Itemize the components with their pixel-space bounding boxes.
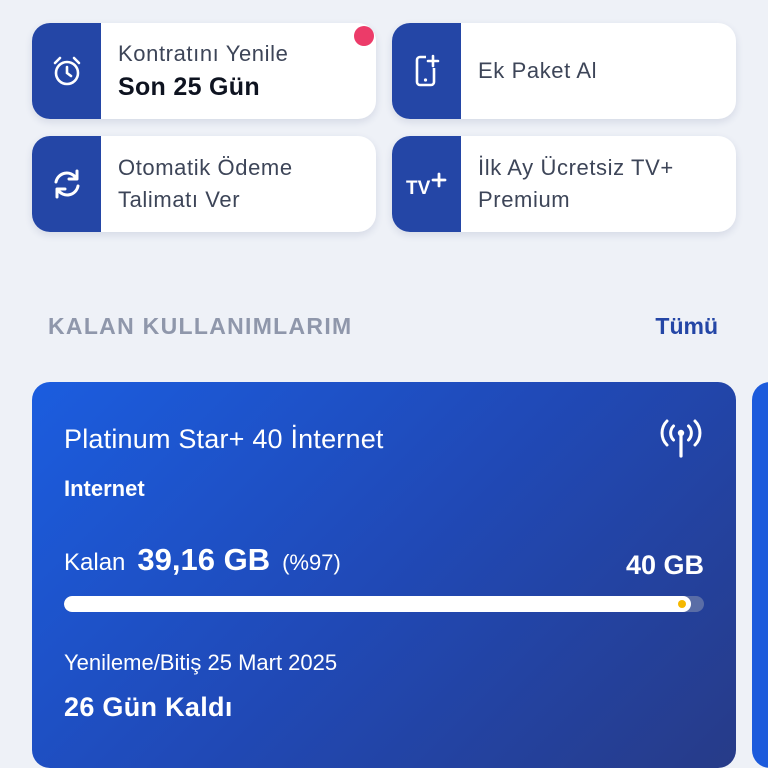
total-quota: 40 GB: [625, 550, 704, 580]
usage-progress-bar: [64, 596, 704, 612]
auto-payment-label-line2: Talimatı Ver: [118, 187, 241, 212]
see-all-link[interactable]: Tümü: [655, 313, 718, 340]
tv-plus-offer-tile[interactable]: TV İlk Ay Ücretsiz TV+ Premium: [392, 136, 736, 232]
renewal-date: Yenileme/Bitiş 25 Mart 2025: [64, 650, 338, 675]
package-type: Internet: [64, 476, 145, 501]
package-name: Platinum Star+ 40 İnternet: [64, 424, 384, 454]
usage-progress-fill: [64, 596, 691, 612]
tv-plus-icon-box: TV: [392, 136, 461, 232]
svg-text:TV: TV: [406, 178, 431, 199]
tv-plus-offer-label-line1: İlk Ay Ücretsiz TV+: [478, 155, 674, 180]
renew-contract-days: Son 25 Gün: [118, 73, 260, 101]
internet-usage-card[interactable]: Platinum Star+ 40 İnternet Internet Kala…: [32, 382, 736, 768]
auto-payment-label-line1: Otomatik Ödeme: [118, 155, 293, 180]
buy-extra-icon-box: [392, 23, 461, 119]
renew-contract-label: Kontratını Yenile: [118, 41, 289, 66]
renew-contract-icon-box: [32, 23, 101, 119]
tv-plus-offer-label-line2: Premium: [478, 187, 571, 212]
remaining-label: Kalan: [64, 549, 126, 576]
remaining-percent: (%97): [282, 550, 341, 575]
buy-extra-package-tile[interactable]: Ek Paket Al: [392, 23, 736, 119]
remaining-row: Kalan 39,16 GB (%97): [64, 542, 341, 578]
phone-add-icon: [415, 54, 440, 87]
tv-plus-icon: TV: [406, 172, 446, 199]
alarm-clock-icon: [53, 56, 80, 86]
signal-tower-icon: [660, 419, 702, 458]
progress-marker: [677, 600, 686, 608]
notification-dot: [354, 26, 374, 46]
renew-contract-tile[interactable]: Kontratını Yenile Son 25 Gün: [32, 23, 376, 119]
auto-payment-icon-box: [32, 136, 101, 232]
days-left: 26 Gün Kaldı: [64, 692, 233, 722]
section-title: KALAN KULLANIMLARIM: [48, 313, 353, 339]
auto-payment-tile[interactable]: Otomatik Ödeme Talimatı Ver: [32, 136, 376, 232]
refresh-icon: [54, 169, 79, 199]
next-usage-card-peek[interactable]: [752, 382, 768, 768]
buy-extra-package-label: Ek Paket Al: [478, 58, 598, 83]
remaining-value: 39,16 GB: [137, 542, 271, 577]
